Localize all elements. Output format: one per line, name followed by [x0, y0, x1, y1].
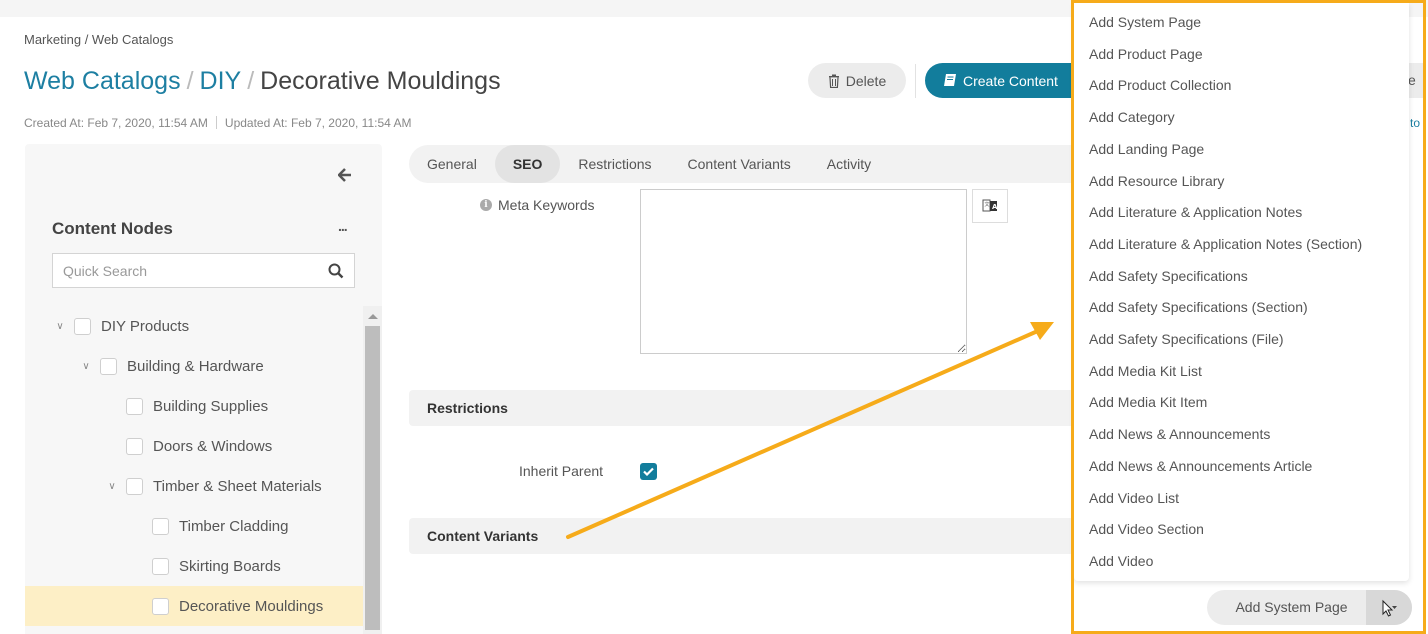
quick-search-input[interactable]	[63, 262, 328, 279]
tree-node[interactable]: ∨ Timber & Sheet Materials	[104, 466, 322, 506]
more-options-button[interactable]: ...	[338, 218, 348, 234]
tab-bar: General SEO Restrictions Content Variants Ac…	[409, 145, 1089, 183]
trash-icon	[828, 74, 839, 88]
tab-restrictions[interactable]: Restrictions	[578, 145, 651, 183]
translate-button[interactable]: A文	[972, 189, 1008, 223]
meta-keywords-input[interactable]	[640, 189, 967, 354]
tree-node-checkbox[interactable]	[100, 357, 117, 375]
title-link-diy[interactable]: DIY	[200, 67, 242, 95]
tree-node-checkbox[interactable]	[152, 557, 169, 575]
tree-node-checkbox[interactable]	[126, 477, 143, 495]
delete-label: Delete	[845, 72, 887, 89]
sidebar-title: Content Nodes	[52, 219, 173, 238]
chevron-down-icon[interactable]: ∨	[104, 481, 120, 492]
tab-general[interactable]: General	[427, 145, 477, 183]
updated-at: Updated At: Feb 7, 2020, 11:54 AM	[224, 116, 412, 130]
meta-keywords-text: Meta Keywords	[498, 197, 595, 213]
tree-node-label: Timber & Sheet Materials	[153, 477, 322, 495]
title-current: Decorative Mouldings	[260, 67, 501, 95]
search-icon[interactable]	[328, 263, 344, 279]
meta-keywords-label: i Meta Keywords	[480, 197, 594, 213]
title-link-web-catalogs[interactable]: Web Catalogs	[24, 67, 181, 95]
svg-text:文: 文	[985, 201, 990, 208]
tree-node[interactable]: Skirting Boards	[130, 546, 281, 586]
divider	[215, 116, 217, 129]
book-icon	[944, 74, 956, 86]
tree-node-label: Skirting Boards	[179, 557, 281, 575]
tree-node-checkbox[interactable]	[126, 437, 143, 455]
breadcrumb[interactable]: Marketing / Web Catalogs	[24, 32, 173, 47]
tree-node[interactable]: ∨ Building & Hardware	[78, 346, 264, 386]
tree-scrollbar[interactable]	[363, 306, 382, 634]
tree-node[interactable]: Timber Cladding	[130, 506, 289, 546]
tab-activity[interactable]: Activity	[827, 145, 871, 183]
info-icon[interactable]: i	[480, 199, 492, 211]
arrow-left-icon	[337, 168, 351, 182]
chevron-down-icon[interactable]: ∨	[78, 361, 94, 372]
tree-node-checkbox[interactable]	[152, 597, 169, 615]
create-content-label: Create Content	[963, 72, 1058, 89]
title-separator: /	[186, 67, 194, 95]
divider	[915, 64, 916, 98]
tree-node[interactable]: Decorative Mouldings	[25, 586, 363, 626]
restrictions-section-header[interactable]: Restrictions	[409, 390, 1089, 426]
scroll-up-icon[interactable]	[368, 314, 378, 319]
tree-node[interactable]: Building Supplies	[104, 386, 268, 426]
tree-node-label: Timber Cladding	[179, 517, 289, 535]
page-title: Web Catalogs / DIY / Decorative Mouldings	[24, 67, 501, 96]
tree-node-label: Building & Hardware	[127, 357, 264, 375]
annotation-highlight-frame	[1071, 0, 1426, 634]
content-variants-section-header[interactable]: Content Variants	[409, 518, 1089, 554]
created-at: Created At: Feb 7, 2020, 11:54 AM	[24, 116, 208, 130]
timestamps: Created At: Feb 7, 2020, 11:54 AM Updated…	[24, 116, 411, 130]
chevron-down-icon[interactable]: ∨	[52, 321, 68, 332]
tree-node[interactable]: ∨ DIY Products	[52, 306, 189, 346]
translate-icon: A文	[982, 199, 998, 212]
tree-node-checkbox[interactable]	[126, 397, 143, 415]
title-separator: /	[247, 67, 255, 95]
quick-search	[52, 253, 355, 288]
tree-node-checkbox[interactable]	[74, 317, 91, 335]
tree-node[interactable]: Doors & Windows	[104, 426, 272, 466]
inherit-parent-checkbox[interactable]	[640, 463, 657, 480]
svg-text:A: A	[992, 203, 998, 211]
tree-node-checkbox[interactable]	[152, 517, 169, 535]
checkmark-icon	[643, 467, 654, 476]
content-tree: ∨ DIY Products ∨ Building & Hardware Buildin…	[25, 306, 363, 634]
tree-node-label: Building Supplies	[153, 397, 269, 415]
scrollbar-thumb[interactable]	[365, 326, 380, 630]
collapse-sidebar-button[interactable]	[337, 166, 352, 187]
content-nodes-sidebar: Content Nodes ... ∨ DIY Products ∨ Building…	[25, 144, 382, 634]
tree-node-label: Decorative Mouldings	[179, 597, 324, 615]
inherit-parent-label: Inherit Parent	[519, 463, 604, 479]
tab-seo[interactable]: SEO	[494, 145, 561, 183]
delete-button[interactable]: Delete	[808, 63, 906, 98]
tab-content-variants[interactable]: Content Variants	[688, 145, 791, 183]
tree-node-label: Doors & Windows	[153, 437, 273, 455]
tree-node-label: DIY Products	[101, 317, 190, 335]
